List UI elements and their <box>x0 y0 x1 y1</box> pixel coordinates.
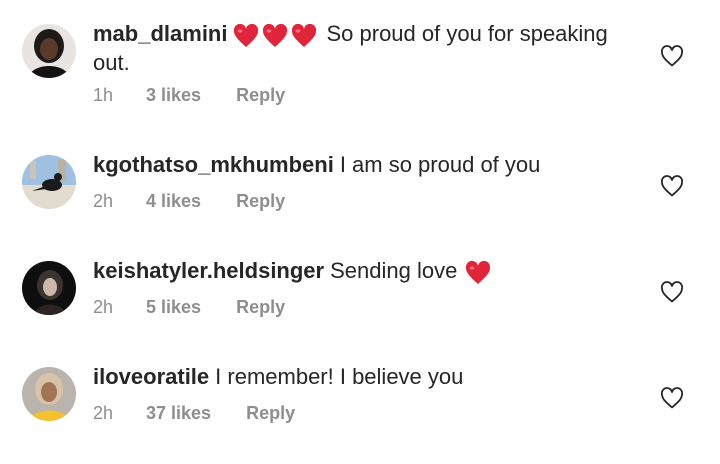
avatar[interactable] <box>22 367 76 421</box>
comment-username[interactable]: iloveoratile <box>93 364 209 389</box>
comment-text: kgothatso_mkhumbeni I am so proud of you <box>93 152 633 178</box>
comment-body: I remember! I believe you <box>215 364 464 389</box>
comment-likes[interactable]: 4 likes <box>146 190 201 212</box>
comment-username[interactable]: kgothatso_mkhumbeni <box>93 152 334 177</box>
avatar[interactable] <box>22 155 76 209</box>
red-heart-emoji-icon <box>263 23 288 47</box>
reply-button[interactable]: Reply <box>246 402 295 424</box>
red-heart-emoji-icon <box>234 23 259 47</box>
comment-meta: 2h 5 likes Reply <box>93 296 285 318</box>
comment-time: 2h <box>93 403 114 423</box>
comment-body: Sending love <box>330 258 458 283</box>
red-heart-emoji-icon <box>292 23 317 47</box>
heart-outline-icon[interactable] <box>660 387 684 409</box>
red-heart-emoji-icon <box>466 260 491 284</box>
heart-emoji-group <box>233 23 320 50</box>
avatar[interactable] <box>22 261 76 315</box>
heart-outline-icon[interactable] <box>660 281 684 303</box>
comment-time: 2h <box>93 297 114 317</box>
comment-body: I am so proud of you <box>339 152 541 177</box>
comment-text: keishatyler.heldsinger Sending love <box>93 258 633 287</box>
reply-button[interactable]: Reply <box>236 296 285 318</box>
reply-button[interactable]: Reply <box>236 190 285 212</box>
comment-time: 2h <box>93 191 114 211</box>
comment-time: 1h <box>93 85 114 105</box>
comment-likes[interactable]: 3 likes <box>146 84 201 106</box>
comment-username[interactable]: keishatyler.heldsinger <box>93 258 324 283</box>
avatar[interactable] <box>22 24 76 78</box>
heart-emoji-group <box>465 260 494 287</box>
heart-outline-icon[interactable] <box>660 175 684 197</box>
reply-button[interactable]: Reply <box>236 84 285 106</box>
comment-meta: 2h 4 likes Reply <box>93 190 285 212</box>
heart-outline-icon[interactable] <box>660 45 684 67</box>
comment-meta: 2h 37 likes Reply <box>93 402 295 424</box>
comment-likes[interactable]: 37 likes <box>146 402 211 424</box>
comment-meta: 1h 3 likes Reply <box>93 84 285 106</box>
comment-text: iloveoratile I remember! I believe you <box>93 364 633 390</box>
comment-username[interactable]: mab_dlamini <box>93 21 227 46</box>
comment-text: mab_dlamini So proud of you for speaking… <box>93 21 633 76</box>
comment-likes[interactable]: 5 likes <box>146 296 201 318</box>
